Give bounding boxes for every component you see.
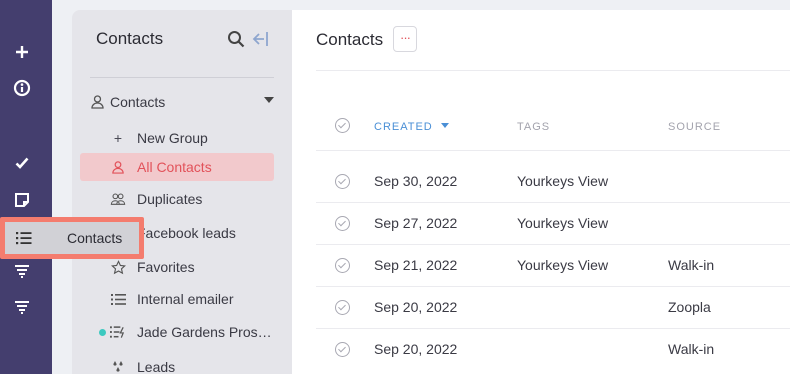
cell-source: Walk-in	[668, 341, 715, 357]
column-header-tags[interactable]: TAGS	[517, 121, 550, 133]
search-icon[interactable]	[227, 30, 245, 48]
sidebar-item-new-group[interactable]: + New Group	[80, 124, 274, 152]
sidebar-item-label: Favorites	[137, 259, 195, 275]
sidebar-title: Contacts	[96, 29, 164, 48]
gutter	[52, 0, 72, 374]
list-lightning-icon	[110, 324, 126, 340]
cell-created: Sep 20, 2022	[374, 299, 458, 315]
sidebar-item-label: Jade Gardens Pros…	[137, 324, 272, 340]
chevron-down-icon[interactable]	[264, 97, 274, 103]
sort-desc-icon	[440, 123, 449, 128]
cell-tags: Yourkeys View	[517, 257, 609, 273]
app: Contacts Contacts + New Group All Contac…	[0, 0, 790, 374]
select-all-checkbox[interactable]	[335, 118, 350, 133]
person-icon	[110, 159, 126, 175]
sidebar-item-leads[interactable]: Leads	[80, 353, 274, 374]
more-options-button[interactable]: ···	[393, 26, 417, 52]
cell-source: Zoopla	[668, 299, 711, 315]
contacts-sidebar: Contacts Contacts + New Group All Contac…	[72, 10, 292, 374]
person-icon	[91, 95, 104, 109]
row-divider	[316, 286, 790, 287]
sidebar-group-label: Contacts	[110, 94, 166, 110]
cell-created: Sep 27, 2022	[374, 215, 458, 231]
row-divider	[316, 244, 790, 245]
check-icon[interactable]	[10, 151, 34, 175]
sidebar-item-label: All Contacts	[137, 159, 212, 175]
row-checkbox[interactable]	[335, 174, 350, 189]
plus-icon: +	[113, 130, 123, 146]
row-checkbox[interactable]	[335, 216, 350, 231]
row-checkbox[interactable]	[335, 258, 350, 273]
cell-tags: Yourkeys View	[517, 215, 609, 231]
sidebar-item-internal-emailer[interactable]: Internal emailer	[80, 285, 274, 313]
cell-created: Sep 21, 2022	[374, 257, 458, 273]
column-header-label: CREATED	[374, 121, 433, 133]
drops-icon	[110, 359, 126, 374]
row-checkbox[interactable]	[335, 300, 350, 315]
people-icon	[110, 191, 126, 207]
cell-created: Sep 20, 2022	[374, 341, 458, 357]
info-icon[interactable]	[10, 76, 34, 100]
status-dot	[99, 329, 106, 336]
sidebar-item-all-contacts[interactable]: All Contacts	[80, 153, 274, 181]
sidebar-item-label: Internal emailer	[137, 291, 234, 307]
sidebar-item-label: Leads	[137, 359, 176, 374]
row-checkbox[interactable]	[335, 342, 350, 357]
list-icon	[16, 232, 32, 245]
row-divider	[316, 202, 790, 203]
note-icon[interactable]	[10, 188, 34, 212]
sidebar-item-jade-gardens[interactable]: Jade Gardens Pros…	[80, 318, 274, 346]
main-panel: Contacts ··· CREATED TAGS SOURCE Sep 30,…	[292, 10, 790, 374]
plus-icon[interactable]	[10, 40, 34, 64]
column-header-source[interactable]: SOURCE	[668, 121, 721, 133]
header-divider	[316, 70, 790, 71]
funnel-icon[interactable]	[10, 259, 34, 283]
sidebar-item-duplicates[interactable]: Duplicates	[80, 185, 274, 213]
header-row-divider	[316, 150, 790, 151]
star-icon	[110, 259, 126, 275]
row-divider	[316, 328, 790, 329]
left-rail	[0, 0, 52, 374]
highlight-box: Contacts	[0, 217, 144, 259]
cell-tags: Yourkeys View	[517, 173, 609, 189]
cell-created: Sep 30, 2022	[374, 173, 458, 189]
sidebar-group-contacts[interactable]: Contacts	[90, 92, 280, 112]
rail-item-contacts[interactable]: Contacts	[5, 222, 139, 254]
funnel-icon[interactable]	[10, 295, 34, 319]
column-header-created[interactable]: CREATED	[374, 121, 449, 133]
list-icon	[110, 291, 126, 307]
rail-item-label: Contacts	[67, 230, 123, 246]
collapse-sidebar-icon[interactable]	[249, 30, 269, 48]
cell-source: Walk-in	[668, 257, 715, 273]
sidebar-item-label: Facebook leads	[137, 225, 236, 241]
sidebar-item-label: New Group	[137, 130, 208, 146]
sidebar-divider	[90, 77, 274, 78]
sidebar-item-label: Duplicates	[137, 191, 203, 207]
page-title: Contacts	[316, 30, 384, 49]
